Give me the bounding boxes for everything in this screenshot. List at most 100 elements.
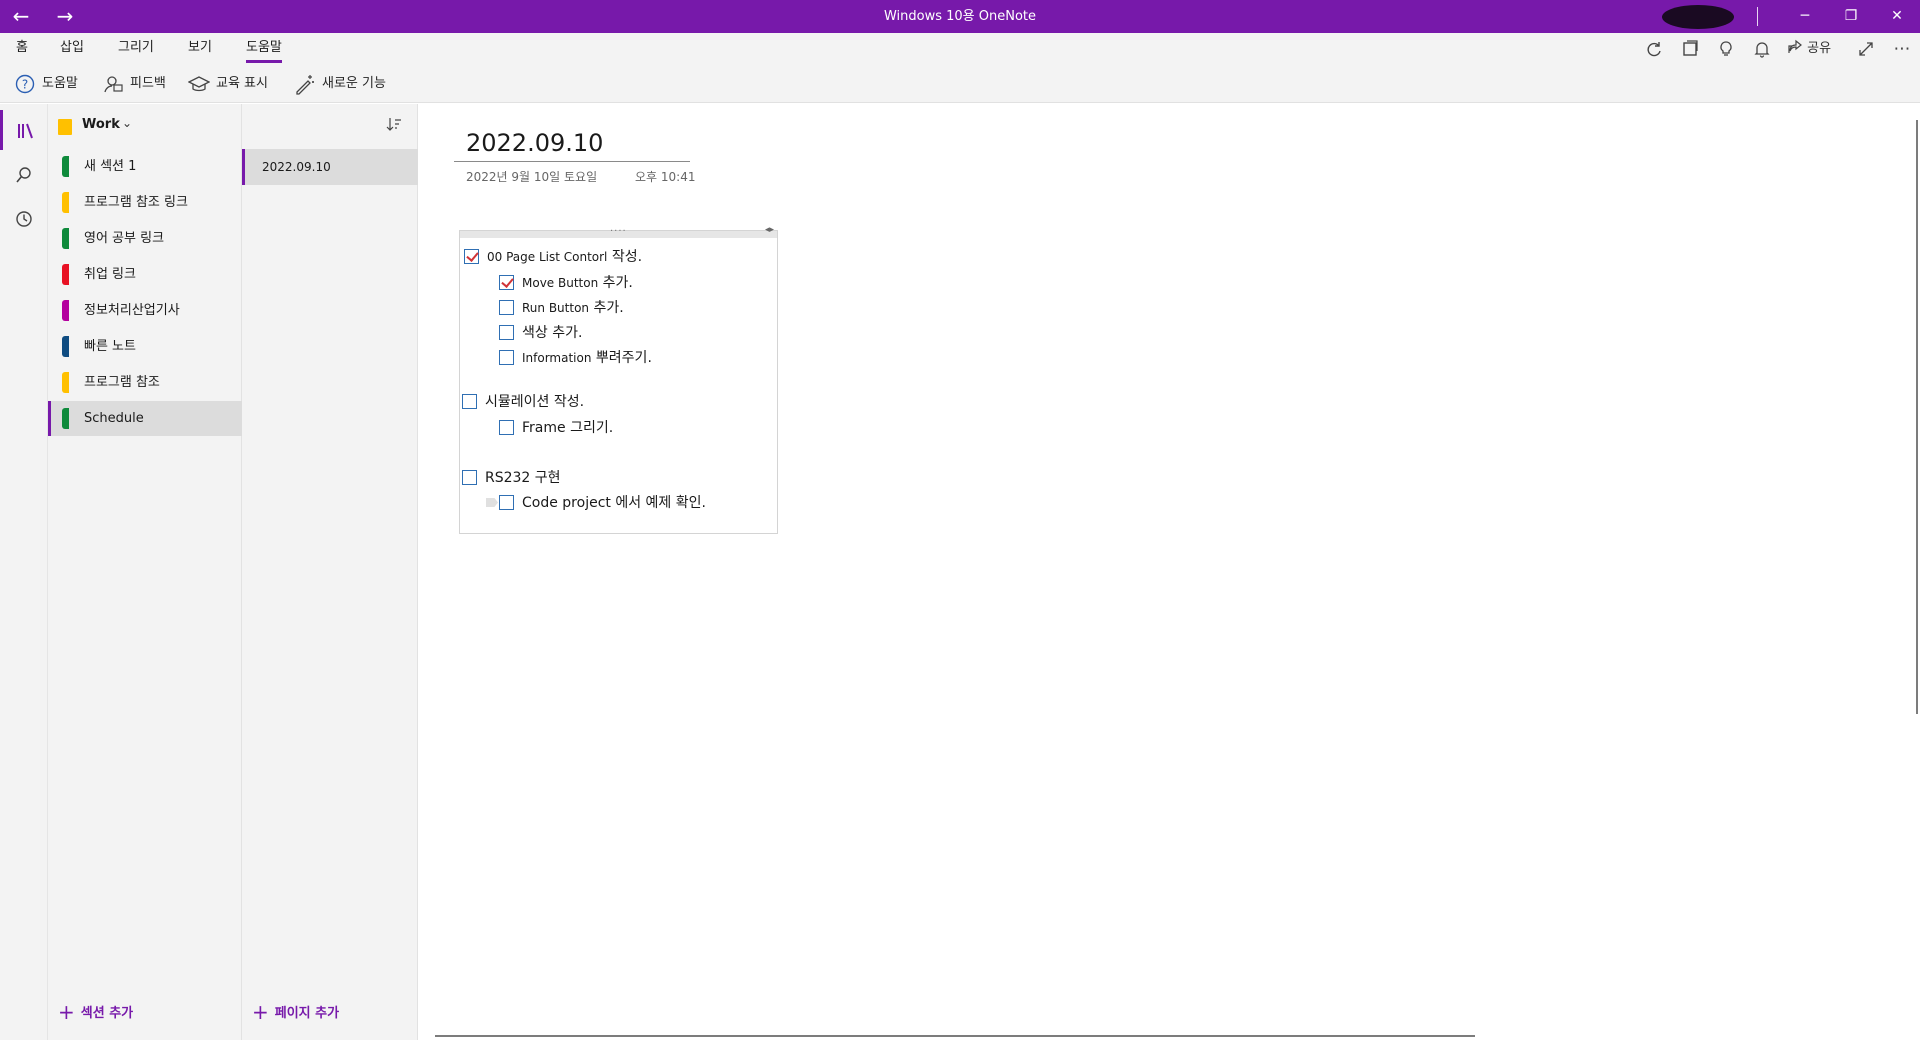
search-icon[interactable] bbox=[0, 154, 48, 194]
section-label: Schedule bbox=[84, 411, 144, 426]
todo-item[interactable]: Frame 그리기. bbox=[499, 417, 613, 439]
page-title[interactable]: 2022.09.10 bbox=[466, 129, 603, 157]
todo-item[interactable]: RS232 구현 bbox=[462, 467, 561, 489]
todo-item[interactable]: Run Button 추가. bbox=[499, 297, 624, 319]
checkbox[interactable] bbox=[462, 394, 477, 409]
minimize-icon[interactable]: ─ bbox=[1782, 0, 1828, 33]
todo-item[interactable]: 시뮬레이션 작성. bbox=[462, 391, 584, 413]
todo-text: 색상 추가. bbox=[522, 325, 582, 341]
todo-text-ko: 색상 추가. bbox=[522, 325, 583, 341]
tab-home[interactable]: 홈 bbox=[16, 33, 28, 65]
section-label: 프로그램 참조 bbox=[84, 375, 160, 390]
todo-text-en: Move Button bbox=[522, 276, 599, 290]
restore-icon[interactable]: ❐ bbox=[1828, 0, 1874, 33]
section-item[interactable]: 영어 공부 링크 bbox=[48, 221, 242, 256]
checkbox[interactable] bbox=[499, 350, 514, 365]
section-item[interactable]: 새 섹션 1 bbox=[48, 149, 242, 184]
page-canvas[interactable]: 2022.09.10 2022년 9월 10일 토요일 오후 10:41 ···… bbox=[419, 104, 1920, 1040]
checkbox[interactable] bbox=[462, 470, 477, 485]
checkbox[interactable] bbox=[499, 495, 514, 510]
tab-help[interactable]: 도움말 bbox=[246, 33, 282, 65]
share-button[interactable]: 공유 bbox=[1787, 37, 1831, 61]
todo-text: Frame 그리기. bbox=[522, 420, 613, 436]
bell-icon[interactable] bbox=[1748, 37, 1776, 61]
notebooks-icon[interactable] bbox=[0, 110, 48, 150]
todo-text-en: Run Button bbox=[522, 301, 590, 315]
sort-icon[interactable] bbox=[386, 116, 408, 136]
todo-item[interactable]: 00 Page List Contorl 작성. bbox=[464, 246, 642, 268]
whats-new-button[interactable]: 새로운 기능 bbox=[294, 72, 386, 96]
svg-text:?: ? bbox=[22, 77, 28, 91]
training-icon bbox=[188, 75, 210, 91]
todo-text-ko: 추가. bbox=[589, 300, 624, 316]
checkbox[interactable] bbox=[499, 325, 514, 340]
sync-icon[interactable] bbox=[1640, 37, 1668, 61]
section-label: 새 섹션 1 bbox=[84, 159, 137, 174]
section-item[interactable]: 프로그램 참조 링크 bbox=[48, 185, 242, 220]
pages-pane: 2022.09.10 + 페이지 추가 bbox=[242, 104, 418, 1040]
whats-new-label: 새로운 기능 bbox=[322, 76, 386, 91]
more-options-icon[interactable]: ⋯ bbox=[1888, 37, 1916, 61]
show-training-button[interactable]: 교육 표시 bbox=[188, 72, 268, 96]
tab-draw[interactable]: 그리기 bbox=[118, 33, 154, 65]
lightbulb-icon[interactable] bbox=[1712, 37, 1740, 61]
todo-item[interactable]: 색상 추가. bbox=[499, 322, 582, 344]
fullscreen-icon[interactable] bbox=[1852, 37, 1880, 61]
section-item[interactable]: 취업 링크 bbox=[48, 257, 242, 292]
tab-view[interactable]: 보기 bbox=[188, 33, 212, 65]
todo-item[interactable]: Information 뿌려주기. bbox=[499, 347, 652, 369]
vertical-scrollbar[interactable] bbox=[1916, 120, 1918, 714]
horizontal-scrollbar[interactable] bbox=[435, 1035, 1475, 1037]
section-item[interactable]: 프로그램 참조 bbox=[48, 365, 242, 400]
todo-item[interactable]: Code project 에서 예제 확인. bbox=[486, 492, 706, 514]
checkbox[interactable] bbox=[499, 420, 514, 435]
add-page-label: 페이지 추가 bbox=[274, 1006, 340, 1021]
chevron-down-icon: ⌄ bbox=[122, 116, 133, 130]
section-item-schedule[interactable]: Schedule bbox=[48, 401, 242, 436]
nav-rail bbox=[0, 104, 48, 1040]
title-separator bbox=[1757, 7, 1758, 26]
resize-handle-icon[interactable]: ◂▸ bbox=[765, 225, 774, 235]
help-label: 도움말 bbox=[42, 76, 78, 91]
section-color-tab bbox=[62, 192, 69, 213]
plus-icon: + bbox=[58, 1000, 75, 1024]
todo-item[interactable]: Move Button 추가. bbox=[499, 272, 633, 294]
section-color-tab bbox=[62, 300, 69, 321]
checkbox-checked[interactable] bbox=[464, 249, 479, 264]
page-item-label: 2022.09.10 bbox=[262, 160, 331, 174]
add-section-button[interactable]: + 섹션 추가 bbox=[58, 1000, 133, 1024]
close-icon[interactable]: ✕ bbox=[1874, 0, 1920, 33]
section-label: 영어 공부 링크 bbox=[84, 231, 165, 246]
todo-text-ko: 시뮬레이션 작성. bbox=[485, 394, 585, 410]
help-button[interactable]: ? 도움말 bbox=[14, 72, 78, 96]
section-item[interactable]: 정보처리산업기사 bbox=[48, 293, 242, 328]
show-training-label: 교육 표시 bbox=[216, 76, 268, 91]
todo-text-ko: RS232 구현 bbox=[485, 470, 561, 486]
account-avatar[interactable] bbox=[1662, 5, 1734, 29]
add-page-button[interactable]: + 페이지 추가 bbox=[252, 1000, 339, 1024]
add-section-label: 섹션 추가 bbox=[80, 1006, 134, 1021]
sticky-notes-icon[interactable] bbox=[1676, 37, 1704, 61]
todo-text: Code project 에서 예제 확인. bbox=[522, 495, 706, 511]
checkbox-checked[interactable] bbox=[499, 275, 514, 290]
tab-insert[interactable]: 삽입 bbox=[60, 33, 84, 65]
section-label: 프로그램 참조 링크 bbox=[84, 195, 188, 210]
todo-text-ko: 뿌려주기. bbox=[591, 350, 652, 366]
help-icon: ? bbox=[15, 74, 35, 93]
section-label: 빠른 노트 bbox=[84, 339, 136, 354]
feedback-button[interactable]: 피드백 bbox=[102, 72, 166, 96]
note-drag-bar[interactable]: ···· ◂▸ bbox=[460, 225, 777, 238]
notebook-picker[interactable]: Work ⌄ bbox=[48, 104, 242, 149]
page-date: 2022년 9월 10일 토요일 bbox=[466, 170, 598, 184]
page-item[interactable]: 2022.09.10 bbox=[242, 149, 418, 185]
recent-notes-icon[interactable] bbox=[0, 198, 48, 238]
section-item[interactable]: 빠른 노트 bbox=[48, 329, 242, 364]
todo-text: Run Button 추가. bbox=[522, 300, 624, 316]
note-container[interactable]: ···· ◂▸ 00 Page List Contorl 작성. Move Bu… bbox=[459, 225, 778, 534]
page-time: 오후 10:41 bbox=[635, 170, 696, 184]
title-bar: ← → Windows 10용 OneNote ─ ❐ ✕ bbox=[0, 0, 1920, 33]
paragraph-handle-icon[interactable] bbox=[486, 498, 498, 507]
notebook-icon bbox=[58, 119, 72, 135]
todo-text: Move Button 추가. bbox=[522, 275, 633, 291]
checkbox[interactable] bbox=[499, 300, 514, 315]
